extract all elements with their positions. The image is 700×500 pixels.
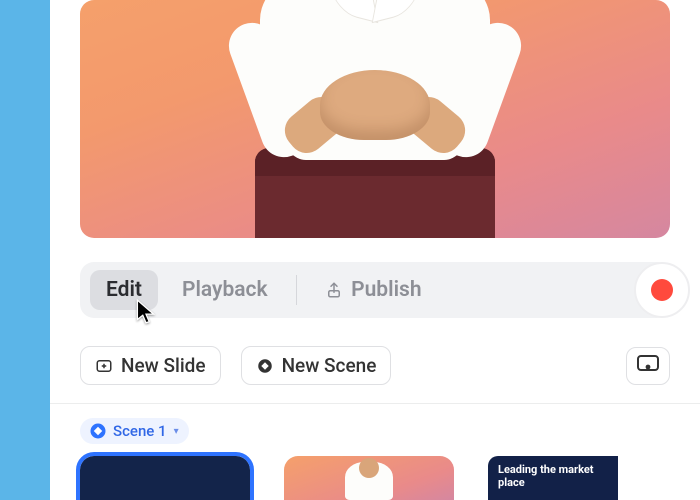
add-slide-icon [95,357,113,375]
main-panel: Edit Playback Publish [50,0,700,500]
presenter-view-button[interactable] [626,347,670,385]
edit-tab[interactable]: Edit [90,270,158,310]
slide-thumb-3[interactable]: Leading the market place [488,456,618,500]
mode-toolbar: Edit Playback Publish [80,262,670,318]
playback-tab[interactable]: Playback [166,270,284,310]
playback-tab-label: Playback [182,278,268,302]
slide-thumb-2[interactable] [284,456,454,500]
chevron-down-icon: ▾ [174,426,179,437]
canvas-preview[interactable] [80,0,670,238]
share-icon [325,280,343,300]
toolbar-divider [296,275,298,305]
publish-tab[interactable]: Publish [309,270,437,310]
record-icon [651,279,673,301]
sidebar-strip [0,0,50,500]
scene-label: Scene 1 [113,422,167,440]
presenter-figure [225,0,525,238]
canvas-area [50,0,700,238]
slide-thumb-1[interactable] [80,456,250,500]
presenter-icon [636,354,660,378]
new-scene-label: New Scene [282,354,377,377]
record-button[interactable] [634,262,690,318]
slides-row: Leading the market place [80,456,670,500]
scene-dropdown[interactable]: Scene 1 ▾ [80,418,189,444]
new-slide-label: New Slide [121,354,206,377]
actions-row: New Slide New Scene [50,346,700,385]
edit-tab-label: Edit [106,278,142,302]
scene-diamond-icon [90,423,106,439]
scene-icon [256,357,274,375]
slide-3-title: Leading the market place [498,463,594,489]
new-slide-button[interactable]: New Slide [80,346,221,385]
new-scene-button[interactable]: New Scene [241,346,392,385]
publish-tab-label: Publish [351,278,421,302]
